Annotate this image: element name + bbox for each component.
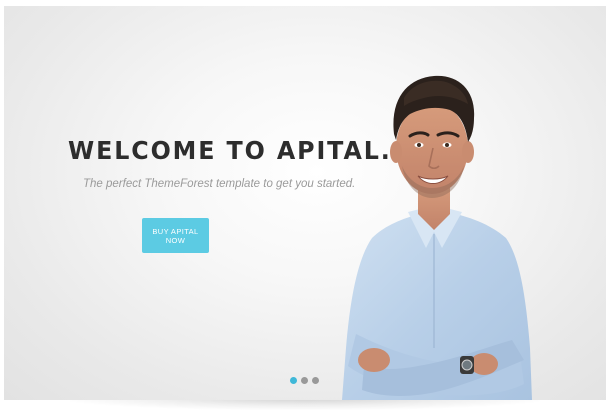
slide-dot-2[interactable] (301, 377, 308, 384)
slide-dot-3[interactable] (312, 377, 319, 384)
buy-apital-button[interactable]: BUY APITAL NOW (142, 218, 209, 253)
hero-man-image (342, 75, 532, 400)
slider-pagination (290, 377, 319, 385)
slide-dot-1[interactable] (290, 377, 297, 384)
hero-slider: WELCOME TO APITAL. The perfect ThemeFore… (4, 6, 606, 400)
hero-subline: The perfect ThemeForest template to get … (83, 178, 356, 190)
